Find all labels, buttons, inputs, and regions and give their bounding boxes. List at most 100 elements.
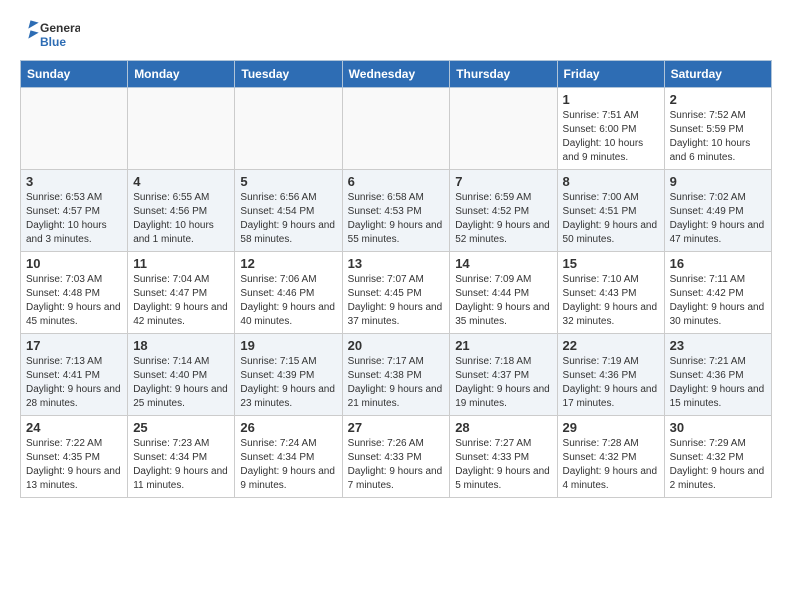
day-info: Sunrise: 6:58 AM Sunset: 4:53 PM Dayligh… (348, 191, 445, 247)
day-number: 9 (670, 174, 766, 189)
header: General Blue (20, 16, 772, 52)
col-header-saturday: Saturday (664, 61, 771, 88)
day-number: 26 (240, 420, 336, 435)
logo: General Blue (20, 16, 80, 52)
day-number: 17 (26, 338, 122, 353)
day-cell: 6 Sunrise: 6:58 AM Sunset: 4:53 PM Daylig… (342, 170, 450, 252)
day-number: 10 (26, 256, 122, 271)
day-cell: 27Sunrise: 7:26 AM Sunset: 4:33 PM Dayli… (342, 416, 450, 498)
day-cell (450, 88, 557, 170)
day-info: Sunrise: 7:04 AM Sunset: 4:47 PM Dayligh… (133, 273, 229, 329)
week-row-2: 10 Sunrise: 7:03 AM Sunset: 4:48 PM Dayli… (21, 252, 772, 334)
day-cell: 1 Sunrise: 7:51 AM Sunset: 6:00 PM Daylig… (557, 88, 664, 170)
day-info: Sunrise: 7:23 AM Sunset: 4:34 PM Dayligh… (133, 437, 229, 493)
day-number: 5 (240, 174, 336, 189)
day-info: Sunrise: 7:02 AM Sunset: 4:49 PM Dayligh… (670, 191, 766, 247)
day-info: Sunrise: 7:19 AM Sunset: 4:36 PM Dayligh… (563, 355, 659, 411)
day-info: Sunrise: 7:24 AM Sunset: 4:34 PM Dayligh… (240, 437, 336, 493)
day-number: 11 (133, 256, 229, 271)
calendar-header-row: SundayMondayTuesdayWednesdayThursdayFrid… (21, 61, 772, 88)
day-info: Sunrise: 6:55 AM Sunset: 4:56 PM Dayligh… (133, 191, 229, 247)
day-cell: 16 Sunrise: 7:11 AM Sunset: 4:42 PM Dayli… (664, 252, 771, 334)
day-number: 1 (563, 92, 659, 107)
week-row-4: 24 Sunrise: 7:22 AM Sunset: 4:35 PM Dayli… (21, 416, 772, 498)
day-info: Sunrise: 7:22 AM Sunset: 4:35 PM Dayligh… (26, 437, 122, 493)
day-number: 2 (670, 92, 766, 107)
day-cell: 12Sunrise: 7:06 AM Sunset: 4:46 PM Dayli… (235, 252, 342, 334)
day-number: 22 (563, 338, 659, 353)
day-cell: 25 Sunrise: 7:23 AM Sunset: 4:34 PM Dayli… (128, 416, 235, 498)
col-header-wednesday: Wednesday (342, 61, 450, 88)
day-info: Sunrise: 7:07 AM Sunset: 4:45 PM Dayligh… (348, 273, 445, 329)
day-cell: 30Sunrise: 7:29 AM Sunset: 4:32 PM Dayli… (664, 416, 771, 498)
day-number: 21 (455, 338, 551, 353)
day-info: Sunrise: 7:27 AM Sunset: 4:33 PM Dayligh… (455, 437, 551, 493)
day-cell: 22 Sunrise: 7:19 AM Sunset: 4:36 PM Dayli… (557, 334, 664, 416)
day-cell: 15 Sunrise: 7:10 AM Sunset: 4:43 PM Dayli… (557, 252, 664, 334)
week-row-3: 17 Sunrise: 7:13 AM Sunset: 4:41 PM Dayli… (21, 334, 772, 416)
day-cell: 23 Sunrise: 7:21 AM Sunset: 4:36 PM Dayli… (664, 334, 771, 416)
day-number: 27 (348, 420, 445, 435)
day-number: 18 (133, 338, 229, 353)
day-cell: 10 Sunrise: 7:03 AM Sunset: 4:48 PM Dayli… (21, 252, 128, 334)
day-info: Sunrise: 6:59 AM Sunset: 4:52 PM Dayligh… (455, 191, 551, 247)
day-info: Sunrise: 7:11 AM Sunset: 4:42 PM Dayligh… (670, 273, 766, 329)
day-info: Sunrise: 7:21 AM Sunset: 4:36 PM Dayligh… (670, 355, 766, 411)
day-info: Sunrise: 7:03 AM Sunset: 4:48 PM Dayligh… (26, 273, 122, 329)
day-info: Sunrise: 7:09 AM Sunset: 4:44 PM Dayligh… (455, 273, 551, 329)
col-header-sunday: Sunday (21, 61, 128, 88)
day-info: Sunrise: 7:10 AM Sunset: 4:43 PM Dayligh… (563, 273, 659, 329)
day-cell: 21 Sunrise: 7:18 AM Sunset: 4:37 PM Dayli… (450, 334, 557, 416)
day-number: 19 (240, 338, 336, 353)
calendar: SundayMondayTuesdayWednesdayThursdayFrid… (20, 60, 772, 498)
day-cell: 17 Sunrise: 7:13 AM Sunset: 4:41 PM Dayli… (21, 334, 128, 416)
day-cell (235, 88, 342, 170)
day-cell: 28Sunrise: 7:27 AM Sunset: 4:33 PM Dayli… (450, 416, 557, 498)
day-cell: 13 Sunrise: 7:07 AM Sunset: 4:45 PM Dayli… (342, 252, 450, 334)
day-cell: 8 Sunrise: 7:00 AM Sunset: 4:51 PM Daylig… (557, 170, 664, 252)
day-number: 14 (455, 256, 551, 271)
svg-text:General: General (40, 21, 80, 35)
logo-svg: General Blue (20, 16, 80, 52)
day-cell: 20 Sunrise: 7:17 AM Sunset: 4:38 PM Dayli… (342, 334, 450, 416)
day-info: Sunrise: 6:53 AM Sunset: 4:57 PM Dayligh… (26, 191, 122, 247)
day-info: Sunrise: 7:28 AM Sunset: 4:32 PM Dayligh… (563, 437, 659, 493)
day-cell: 11 Sunrise: 7:04 AM Sunset: 4:47 PM Dayli… (128, 252, 235, 334)
week-row-0: 1 Sunrise: 7:51 AM Sunset: 6:00 PM Daylig… (21, 88, 772, 170)
day-cell: 26 Sunrise: 7:24 AM Sunset: 4:34 PM Dayli… (235, 416, 342, 498)
day-cell: 9 Sunrise: 7:02 AM Sunset: 4:49 PM Daylig… (664, 170, 771, 252)
day-cell: 24 Sunrise: 7:22 AM Sunset: 4:35 PM Dayli… (21, 416, 128, 498)
day-cell (128, 88, 235, 170)
day-cell: 5 Sunrise: 6:56 AM Sunset: 4:54 PM Daylig… (235, 170, 342, 252)
day-number: 23 (670, 338, 766, 353)
day-number: 7 (455, 174, 551, 189)
day-cell (21, 88, 128, 170)
day-number: 24 (26, 420, 122, 435)
day-number: 12 (240, 256, 336, 271)
day-number: 25 (133, 420, 229, 435)
day-cell: 14 Sunrise: 7:09 AM Sunset: 4:44 PM Dayli… (450, 252, 557, 334)
week-row-1: 3Sunrise: 6:53 AM Sunset: 4:57 PM Daylig… (21, 170, 772, 252)
day-info: Sunrise: 6:56 AM Sunset: 4:54 PM Dayligh… (240, 191, 336, 247)
day-number: 16 (670, 256, 766, 271)
day-info: Sunrise: 7:29 AM Sunset: 4:32 PM Dayligh… (670, 437, 766, 493)
day-number: 20 (348, 338, 445, 353)
day-number: 15 (563, 256, 659, 271)
day-info: Sunrise: 7:51 AM Sunset: 6:00 PM Dayligh… (563, 109, 659, 165)
day-info: Sunrise: 7:52 AM Sunset: 5:59 PM Dayligh… (670, 109, 766, 165)
day-info: Sunrise: 7:18 AM Sunset: 4:37 PM Dayligh… (455, 355, 551, 411)
day-info: Sunrise: 7:00 AM Sunset: 4:51 PM Dayligh… (563, 191, 659, 247)
day-info: Sunrise: 7:17 AM Sunset: 4:38 PM Dayligh… (348, 355, 445, 411)
day-info: Sunrise: 7:13 AM Sunset: 4:41 PM Dayligh… (26, 355, 122, 411)
day-number: 6 (348, 174, 445, 189)
day-cell: 2 Sunrise: 7:52 AM Sunset: 5:59 PM Daylig… (664, 88, 771, 170)
day-info: Sunrise: 7:14 AM Sunset: 4:40 PM Dayligh… (133, 355, 229, 411)
day-number: 4 (133, 174, 229, 189)
col-header-monday: Monday (128, 61, 235, 88)
day-number: 13 (348, 256, 445, 271)
day-number: 8 (563, 174, 659, 189)
day-cell: 29Sunrise: 7:28 AM Sunset: 4:32 PM Dayli… (557, 416, 664, 498)
day-cell: 4 Sunrise: 6:55 AM Sunset: 4:56 PM Daylig… (128, 170, 235, 252)
col-header-tuesday: Tuesday (235, 61, 342, 88)
day-cell: 3Sunrise: 6:53 AM Sunset: 4:57 PM Daylig… (21, 170, 128, 252)
